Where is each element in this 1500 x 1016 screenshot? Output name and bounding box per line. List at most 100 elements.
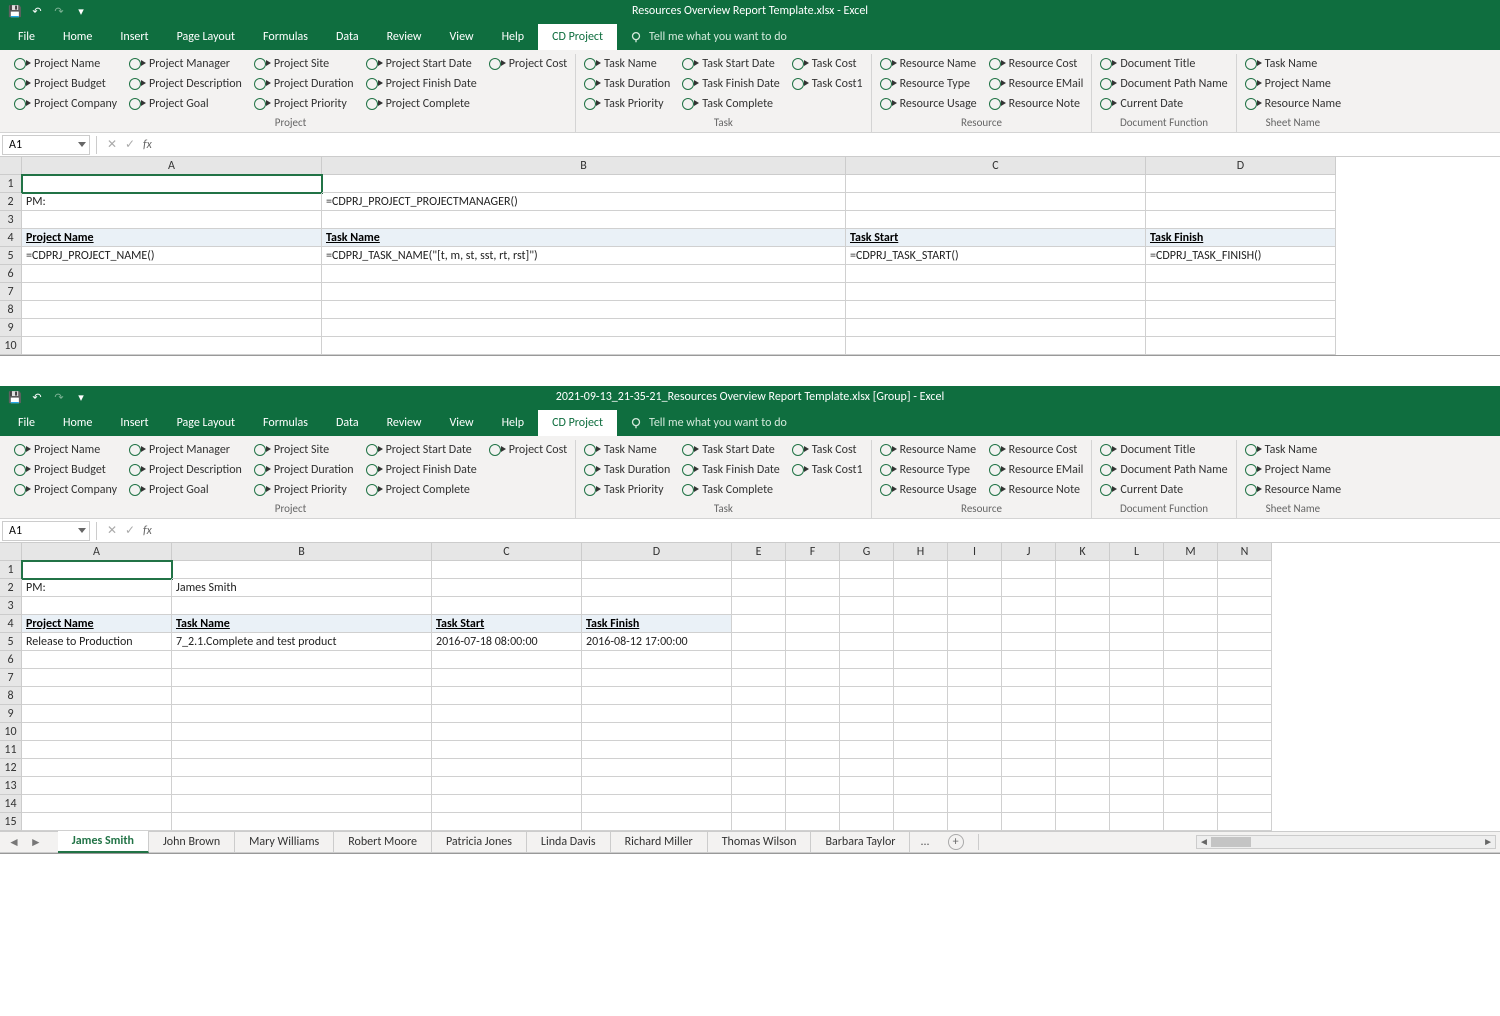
cell-D10[interactable] — [582, 723, 732, 741]
cell-L10[interactable] — [1110, 723, 1164, 741]
cell-I7[interactable] — [948, 669, 1002, 687]
cell-J13[interactable] — [1002, 777, 1056, 795]
row-header-12[interactable]: 12 — [0, 759, 22, 777]
cell-B14[interactable] — [172, 795, 432, 813]
cell-B4[interactable]: Task Name — [322, 229, 846, 247]
undo-icon[interactable]: ↶ — [30, 4, 44, 18]
sheet-tab-mary-williams[interactable]: Mary Williams — [235, 832, 334, 852]
cell-A6[interactable] — [22, 651, 172, 669]
cell-I14[interactable] — [948, 795, 1002, 813]
cell-M12[interactable] — [1164, 759, 1218, 777]
ribbon-btn-task-finish-date[interactable]: Task Finish Date — [680, 74, 781, 94]
column-header-H[interactable]: H — [894, 543, 948, 561]
cell-K13[interactable] — [1056, 777, 1110, 795]
cell-E6[interactable] — [732, 651, 786, 669]
cell-M14[interactable] — [1164, 795, 1218, 813]
sheet-tab-barbara-taylor[interactable]: Barbara Taylor — [811, 832, 910, 852]
cell-E11[interactable] — [732, 741, 786, 759]
ribbon-btn-project-company[interactable]: Project Company — [12, 480, 119, 500]
row-header-3[interactable]: 3 — [0, 211, 22, 229]
name-box[interactable]: A1 — [2, 521, 90, 541]
cell-E5[interactable] — [732, 633, 786, 651]
ribbon-tab-review[interactable]: Review — [373, 24, 436, 50]
ribbon-btn-current-date[interactable]: Current Date — [1098, 480, 1229, 500]
tell-me-search[interactable]: Tell me what you want to do — [617, 30, 787, 50]
cell-B6[interactable] — [172, 651, 432, 669]
cell-L3[interactable] — [1110, 597, 1164, 615]
ribbon-btn-resource-name[interactable]: Resource Name — [1243, 94, 1343, 114]
row-header-3[interactable]: 3 — [0, 597, 22, 615]
cell-B6[interactable] — [322, 265, 846, 283]
chevron-down-icon[interactable] — [78, 142, 86, 147]
ribbon-btn-resource-usage[interactable]: Resource Usage — [878, 94, 979, 114]
column-header-I[interactable]: I — [948, 543, 1002, 561]
cell-A10[interactable] — [22, 723, 172, 741]
row-header-8[interactable]: 8 — [0, 301, 22, 319]
cell-F4[interactable] — [786, 615, 840, 633]
ribbon-btn-task-start-date[interactable]: Task Start Date — [680, 440, 781, 460]
cell-M11[interactable] — [1164, 741, 1218, 759]
cell-N12[interactable] — [1218, 759, 1272, 777]
ribbon-btn-task-duration[interactable]: Task Duration — [582, 74, 672, 94]
cell-E13[interactable] — [732, 777, 786, 795]
row-header-9[interactable]: 9 — [0, 705, 22, 723]
cell-H3[interactable] — [894, 597, 948, 615]
cell-D3[interactable] — [582, 597, 732, 615]
ribbon-tab-home[interactable]: Home — [49, 24, 106, 50]
fx-icon[interactable]: fx — [139, 138, 152, 152]
cell-I2[interactable] — [948, 579, 1002, 597]
cell-F14[interactable] — [786, 795, 840, 813]
cell-J7[interactable] — [1002, 669, 1056, 687]
ribbon-btn-task-duration[interactable]: Task Duration — [582, 460, 672, 480]
cell-A3[interactable] — [22, 597, 172, 615]
cell-G13[interactable] — [840, 777, 894, 795]
column-header-B[interactable]: B — [322, 157, 846, 175]
cell-F6[interactable] — [786, 651, 840, 669]
cell-F3[interactable] — [786, 597, 840, 615]
cell-D11[interactable] — [582, 741, 732, 759]
ribbon-tab-help[interactable]: Help — [488, 24, 539, 50]
sheet-tab-robert-moore[interactable]: Robert Moore — [334, 832, 432, 852]
cell-A4[interactable]: Project Name — [22, 615, 172, 633]
column-header-C[interactable]: C — [432, 543, 582, 561]
ribbon-btn-project-budget[interactable]: Project Budget — [12, 460, 119, 480]
cell-E15[interactable] — [732, 813, 786, 831]
cell-I6[interactable] — [948, 651, 1002, 669]
cell-M10[interactable] — [1164, 723, 1218, 741]
select-all-corner[interactable] — [0, 157, 22, 175]
cell-N5[interactable] — [1218, 633, 1272, 651]
cell-J10[interactable] — [1002, 723, 1056, 741]
cell-M6[interactable] — [1164, 651, 1218, 669]
cell-C8[interactable] — [846, 301, 1146, 319]
cell-C8[interactable] — [432, 687, 582, 705]
cell-F10[interactable] — [786, 723, 840, 741]
cell-B9[interactable] — [172, 705, 432, 723]
sheet-tab-john-brown[interactable]: John Brown — [149, 832, 235, 852]
row-header-8[interactable]: 8 — [0, 687, 22, 705]
column-header-G[interactable]: G — [840, 543, 894, 561]
cell-B5[interactable]: 7_2.1.Complete and test product — [172, 633, 432, 651]
cell-I12[interactable] — [948, 759, 1002, 777]
undo-icon[interactable]: ↶ — [30, 390, 44, 404]
cell-N14[interactable] — [1218, 795, 1272, 813]
ribbon-btn-task-complete[interactable]: Task Complete — [680, 94, 781, 114]
cell-D1[interactable] — [1146, 175, 1336, 193]
tab-nav-prev-icon[interactable]: ◄ — [8, 835, 20, 850]
cell-J2[interactable] — [1002, 579, 1056, 597]
cell-A13[interactable] — [22, 777, 172, 795]
cell-G6[interactable] — [840, 651, 894, 669]
tab-nav-next-icon[interactable]: ► — [30, 835, 42, 850]
row-header-2[interactable]: 2 — [0, 193, 22, 211]
cell-K7[interactable] — [1056, 669, 1110, 687]
cell-H8[interactable] — [894, 687, 948, 705]
ribbon-tab-data[interactable]: Data — [322, 24, 373, 50]
ribbon-btn-project-start-date[interactable]: Project Start Date — [364, 440, 479, 460]
sheet-tab-patricia-jones[interactable]: Patricia Jones — [432, 832, 527, 852]
cell-D14[interactable] — [582, 795, 732, 813]
save-icon[interactable]: 💾 — [8, 390, 22, 404]
cell-L6[interactable] — [1110, 651, 1164, 669]
cell-B1[interactable] — [322, 175, 846, 193]
cell-C9[interactable] — [432, 705, 582, 723]
cell-I3[interactable] — [948, 597, 1002, 615]
cell-E10[interactable] — [732, 723, 786, 741]
